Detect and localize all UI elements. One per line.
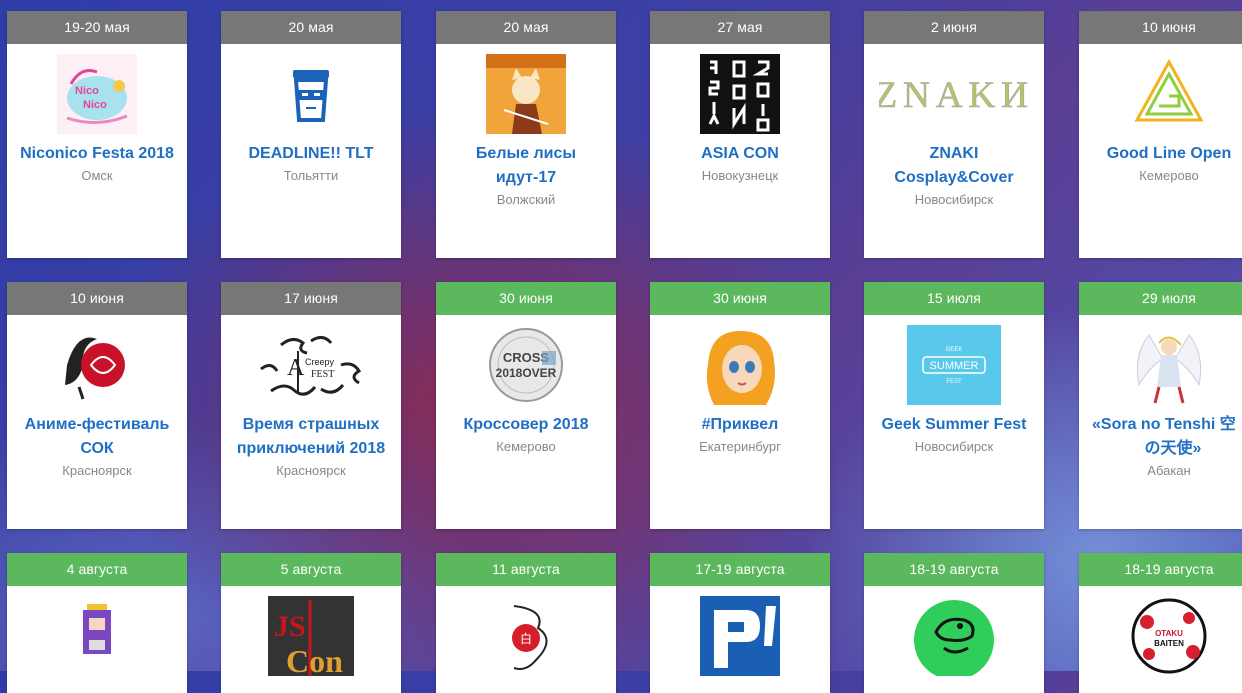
event-date: 20 мая [221, 11, 401, 44]
event-card[interactable]: 30 июня CROSS 2018OVER Кроссовер 2018 Ке… [436, 282, 616, 529]
pixel-character-icon [83, 604, 111, 654]
event-card[interactable]: 27 мая ASIA CON Новокузнецк [650, 11, 830, 258]
svg-text:Nico: Nico [83, 99, 107, 111]
event-card[interactable]: 18-19 августа [864, 553, 1044, 693]
event-card[interactable]: 15 июля GEEK SUMMER FEST Geek Summer Fes… [864, 282, 1044, 529]
event-card[interactable]: 29 июля «Sora no Tenshi 空 の天使» Абакан [1079, 282, 1242, 529]
event-city: Новосибирск [914, 439, 994, 454]
event-title[interactable]: DEADLINE!! TLT [221, 142, 401, 166]
event-city: Красноярск [62, 463, 132, 478]
event-date: 18-19 августа [864, 553, 1044, 586]
event-city: Тольятти [283, 168, 339, 183]
event-date: 29 июля [1079, 282, 1242, 315]
svg-text:JS: JS [274, 610, 306, 643]
event-city: Кемерово [1139, 168, 1199, 183]
event-card[interactable]: 20 мая DEADLINE!! TLT Тольятти [221, 11, 401, 258]
event-title-line[interactable]: Аниме-фестиваль [7, 413, 187, 437]
event-city: Новосибирск [914, 192, 994, 207]
svg-text:BAITEN: BAITEN [1154, 639, 1184, 648]
event-title[interactable]: ASIA CON [650, 142, 830, 166]
event-card[interactable]: 17-19 августа [650, 553, 830, 693]
svg-text:FEST: FEST [946, 379, 962, 385]
event-card[interactable]: 18-19 августа OTAKU BAITEN [1079, 553, 1242, 693]
event-title-line[interactable]: идут-17 [436, 166, 616, 190]
event-date: 17-19 августа [650, 553, 830, 586]
event-city: Абакан [1147, 463, 1191, 478]
asia-con-logo-icon [700, 54, 780, 134]
event-date: 18-19 августа [1079, 553, 1242, 586]
event-date: 5 августа [221, 553, 401, 586]
event-date: 4 августа [7, 553, 187, 586]
fox-poster-icon [486, 54, 566, 134]
event-title[interactable]: Niconico Festa 2018 [7, 142, 187, 166]
event-title-line[interactable]: Время страшных [221, 413, 401, 437]
event-title[interactable]: Geek Summer Fest [864, 413, 1044, 437]
event-card[interactable]: 30 июня #Приквел Екатеринбург [650, 282, 830, 529]
event-card[interactable]: 10 июня Good Line Open Кемерово [1079, 11, 1242, 258]
otaku-baiten-logo-icon: OTAKU BAITEN [1131, 598, 1207, 674]
summer-fest-logo-icon: GEEK SUMMER FEST [907, 325, 1001, 405]
event-city: Новокузнецк [701, 168, 779, 183]
svg-text:Nico: Nico [75, 85, 99, 97]
event-title-line[interactable]: ZNAKI [864, 142, 1044, 166]
event-card[interactable]: 5 августа JS Con [221, 553, 401, 693]
event-date: 30 июня [650, 282, 830, 315]
white-dragon-logo-icon: 白 [512, 605, 548, 670]
svg-text:GEEK: GEEK [946, 347, 963, 353]
svg-text:FEST: FEST [311, 369, 334, 380]
event-city: Екатеринбург [699, 439, 781, 454]
svg-text:A: A [287, 355, 305, 381]
event-card[interactable]: 11 августа 白 [436, 553, 616, 693]
sok-logo-icon [65, 337, 125, 400]
event-title[interactable]: #Приквел [650, 413, 830, 437]
event-date: 10 июня [1079, 11, 1242, 44]
niconico-logo-icon: Nico Nico [57, 54, 137, 134]
event-date: 27 мая [650, 11, 830, 44]
creepy-fest-logo-icon: A Creepy FEST [260, 336, 362, 396]
crossover-logo-icon: CROSS 2018OVER [489, 328, 563, 402]
event-date: 30 июня [436, 282, 616, 315]
prequel-art-icon [706, 331, 775, 405]
event-card[interactable]: 19-20 мая Nico Nico Niconico Festa 2018 … [7, 11, 187, 258]
event-title-line[interactable]: «Sora no Tenshi 空 [1079, 413, 1242, 437]
event-city: Красноярск [276, 463, 346, 478]
event-title-line[interactable]: の天使» [1079, 437, 1242, 461]
p-logo-icon [700, 596, 780, 676]
svg-text:白: 白 [520, 631, 532, 646]
event-title-line[interactable]: Белые лисы [436, 142, 616, 166]
event-city: Омск [81, 168, 113, 183]
event-date: 11 августа [436, 553, 616, 586]
event-card[interactable]: 10 июня Аниме-фестиваль СОК Красноярск [7, 282, 187, 529]
svg-text:2018OVER: 2018OVER [496, 366, 557, 380]
coffee-cup-icon [293, 70, 329, 122]
turtle-logo-icon [914, 600, 994, 676]
angel-art-icon [1136, 334, 1202, 404]
event-card[interactable]: 2 июня ZNAKИ ZNAKI Cosplay&Cover Новосиб… [864, 11, 1044, 258]
event-title[interactable]: Good Line Open [1079, 142, 1242, 166]
event-date: 20 мая [436, 11, 616, 44]
svg-text:ZNAKИ: ZNAKИ [879, 75, 1029, 116]
event-card[interactable]: 4 августа [7, 553, 187, 693]
event-title-line[interactable]: Cosplay&Cover [864, 166, 1044, 190]
event-title-line[interactable]: приключений 2018 [221, 437, 401, 461]
svg-text:Con: Con [286, 643, 343, 676]
event-date: 10 июня [7, 282, 187, 315]
event-city: Волжский [496, 192, 556, 207]
event-date: 15 июля [864, 282, 1044, 315]
event-city: Кемерово [496, 439, 556, 454]
svg-text:Creepy: Creepy [305, 357, 335, 367]
event-date: 19-20 мая [7, 11, 187, 44]
svg-text:SUMMER: SUMMER [930, 360, 979, 372]
event-date: 17 июня [221, 282, 401, 315]
event-card[interactable]: 17 июня A Creepy FEST Время страшных при… [221, 282, 401, 529]
event-title-line[interactable]: СОК [7, 437, 187, 461]
event-date: 2 июня [864, 11, 1044, 44]
jscon-logo-icon: JS Con [268, 596, 354, 676]
znaki-logo-icon: ZNAKИ [879, 75, 1029, 116]
event-title[interactable]: Кроссовер 2018 [436, 413, 616, 437]
event-card[interactable]: 20 мая Белые лисы идут-17 Волжский [436, 11, 616, 258]
good-line-logo-icon [1134, 58, 1204, 122]
svg-text:OTAKU: OTAKU [1155, 629, 1183, 638]
